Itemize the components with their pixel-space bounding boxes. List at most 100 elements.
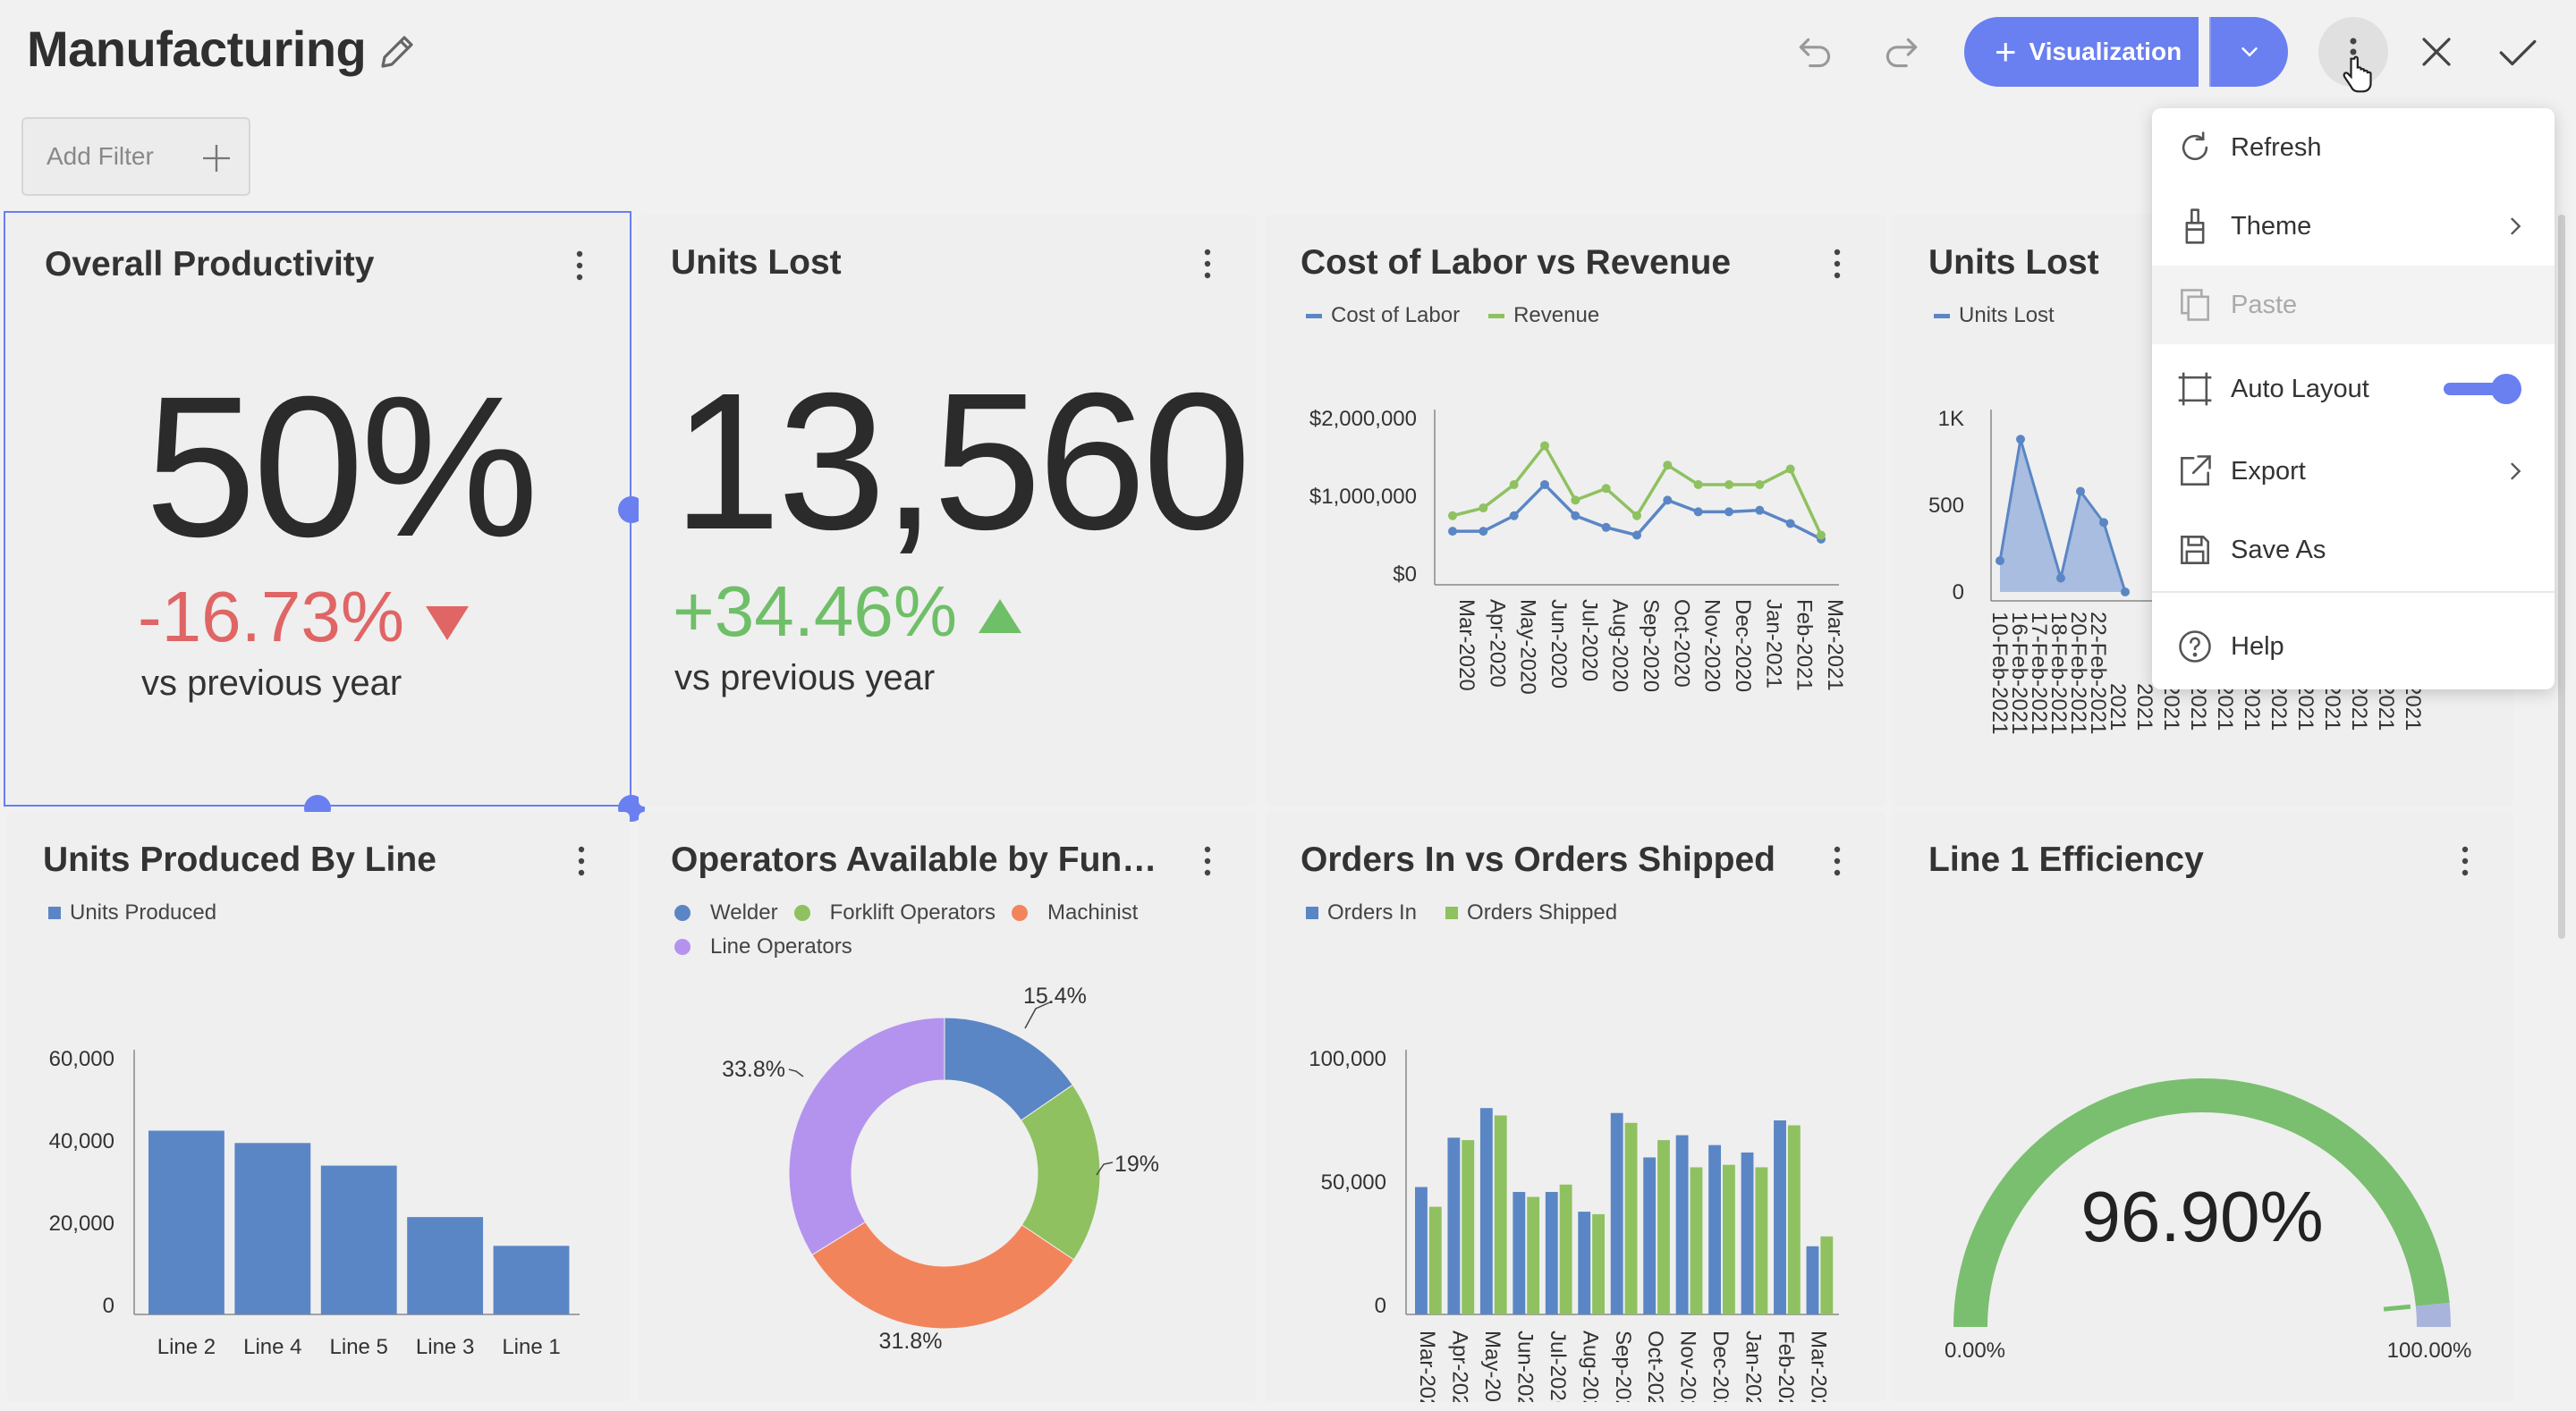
legend-item: Forklift Operators [793, 896, 996, 930]
menu-item-export[interactable]: Export [2152, 432, 2555, 511]
data-point [1540, 479, 1549, 489]
donut-chart: 15.4% 19% 31.8% 33.8% [722, 984, 1159, 1354]
bar [1610, 1112, 1623, 1314]
kpi-change-value: +34.46% [673, 571, 958, 651]
auto-layout-icon [2178, 372, 2212, 406]
card-menu-icon[interactable] [2460, 844, 2470, 878]
card-menu-icon[interactable] [1832, 247, 1843, 281]
x-tick-label: 2021 [2186, 683, 2210, 731]
menu-item-theme[interactable]: Theme [2152, 187, 2555, 266]
kpi-subtitle: vs previous year [674, 658, 936, 697]
slice-label: 19% [1114, 1152, 1159, 1177]
menu-item-auto-layout[interactable]: Auto Layout [2152, 350, 2555, 428]
scrollbar[interactable] [2558, 215, 2565, 939]
x-tick-label: Feb-2021 [1774, 1331, 1798, 1402]
card-menu-icon[interactable] [1202, 247, 1213, 281]
menu-item-save-as[interactable]: Save As [2152, 511, 2555, 589]
menu-item-label: Paste [2231, 290, 2298, 319]
menu-item-help[interactable]: Help [2152, 607, 2555, 686]
x-tick-label: Line 4 [243, 1335, 301, 1359]
dashboard-title: Manufacturing [27, 21, 367, 77]
leader-line [788, 1069, 804, 1077]
chevron-right-icon [2511, 217, 2521, 235]
export-icon [2181, 455, 2211, 486]
edit-title-icon[interactable] [376, 30, 419, 73]
kpi-change: -16.73% [138, 581, 470, 653]
x-tick-label: Nov-2020 [1676, 1331, 1700, 1402]
menu-item-label: Refresh [2231, 132, 2322, 162]
card-title: Units Lost [671, 243, 842, 282]
y-tick-label: 0 [1953, 580, 1964, 604]
x-tick-label: Jul-2020 [1546, 1331, 1570, 1402]
donut-slice [811, 1221, 1075, 1330]
x-tick-label: Mar-2020 [1415, 1331, 1439, 1402]
check-icon[interactable] [2496, 30, 2540, 75]
bar [1494, 1115, 1507, 1314]
gauge-chart: 96.90% 0.00% 100.00% [1945, 1077, 2471, 1363]
card-title: Operators Available by Funct... [671, 841, 1172, 879]
x-tick-label: 2021 [2374, 683, 2398, 731]
y-tick-label: 40,000 [49, 1129, 114, 1153]
save-icon [2181, 536, 2209, 564]
x-tick-label: Line 3 [416, 1335, 474, 1359]
card-operators[interactable]: Operators Available by Funct... Welder F… [639, 812, 1256, 1402]
card-menu-icon[interactable] [574, 249, 585, 283]
visualization-dropdown-button[interactable] [2211, 17, 2288, 87]
bar [493, 1246, 570, 1314]
data-point [1817, 530, 1826, 540]
undo-icon[interactable] [1793, 30, 1838, 75]
gauge-value: 96.90% [2080, 1177, 2323, 1256]
card-cost-vs-revenue[interactable]: Cost of Labor vs Revenue Cost of Labor R… [1265, 215, 1885, 807]
card-units-lost-kpi[interactable]: Units Lost 13,560 +34.46% vs previous ye… [639, 215, 1256, 807]
bar [1592, 1213, 1606, 1314]
bar [1657, 1140, 1670, 1314]
data-point [1632, 530, 1641, 540]
y-tick-label: $0 [1393, 562, 1417, 587]
x-tick-label: Feb-2021 [1792, 599, 1817, 691]
data-point [1509, 479, 1519, 489]
refresh-icon [2182, 131, 2208, 161]
redo-icon[interactable] [1878, 30, 1923, 75]
card-overall-productivity[interactable]: Overall Productivity 50% -16.73% vs prev… [4, 211, 631, 807]
help-icon [2179, 630, 2211, 663]
x-tick-label: Jan-2021 [1761, 599, 1785, 689]
x-tick-label: Line 1 [502, 1335, 560, 1359]
kpi-subtitle: vs previous year [141, 663, 402, 703]
data-point [1571, 495, 1580, 505]
paste-icon [2181, 289, 2209, 321]
card-title: Overall Productivity [45, 245, 375, 283]
menu-item-refresh[interactable]: Refresh [2152, 108, 2555, 187]
data-point [1479, 527, 1488, 537]
x-tick-label: 2021 [2159, 683, 2183, 731]
auto-layout-toggle[interactable] [2442, 374, 2522, 404]
close-icon[interactable] [2415, 30, 2458, 73]
bar [1708, 1145, 1722, 1314]
bar [1723, 1164, 1735, 1314]
x-tick-label: 2021 [2320, 683, 2344, 731]
data-point [1693, 479, 1703, 489]
donut-slice [788, 1017, 945, 1256]
data-point [2016, 435, 2025, 444]
top-bar: Manufacturing + Visualization [0, 0, 2576, 106]
card-orders[interactable]: Orders In vs Orders Shipped Orders In Or… [1265, 812, 1885, 1402]
plus-icon [203, 145, 230, 172]
bar [1559, 1184, 1572, 1314]
chevron-right-icon [2511, 462, 2521, 480]
card-menu-icon[interactable] [576, 844, 587, 878]
bar [1806, 1246, 1819, 1314]
add-filter-button[interactable]: Add Filter [21, 117, 250, 196]
bar [1513, 1192, 1526, 1314]
card-title: Orders In vs Orders Shipped [1301, 841, 1775, 879]
chart-legend: Welder Forklift Operators Machinist Line… [674, 896, 1175, 964]
data-point [1724, 479, 1733, 489]
card-units-produced[interactable]: Units Produced By Line Units Produced 60… [7, 812, 630, 1402]
card-menu-icon[interactable] [1832, 844, 1843, 878]
x-tick-label: 2021 [2213, 683, 2237, 731]
card-menu-icon[interactable] [1202, 844, 1213, 878]
bar-chart: 60,000 40,000 20,000 0 Line 2 Line 4 Line 5 Lin… [49, 1047, 580, 1359]
card-efficiency[interactable]: Line 1 Efficiency 96.90% 0.00% 100.00% [1893, 812, 2513, 1402]
x-tick-label: Apr-2020 [1485, 599, 1509, 688]
add-visualization-button[interactable]: + Visualization [1964, 17, 2199, 87]
kpi-value: 50% [145, 355, 538, 579]
bar [1624, 1122, 1638, 1314]
